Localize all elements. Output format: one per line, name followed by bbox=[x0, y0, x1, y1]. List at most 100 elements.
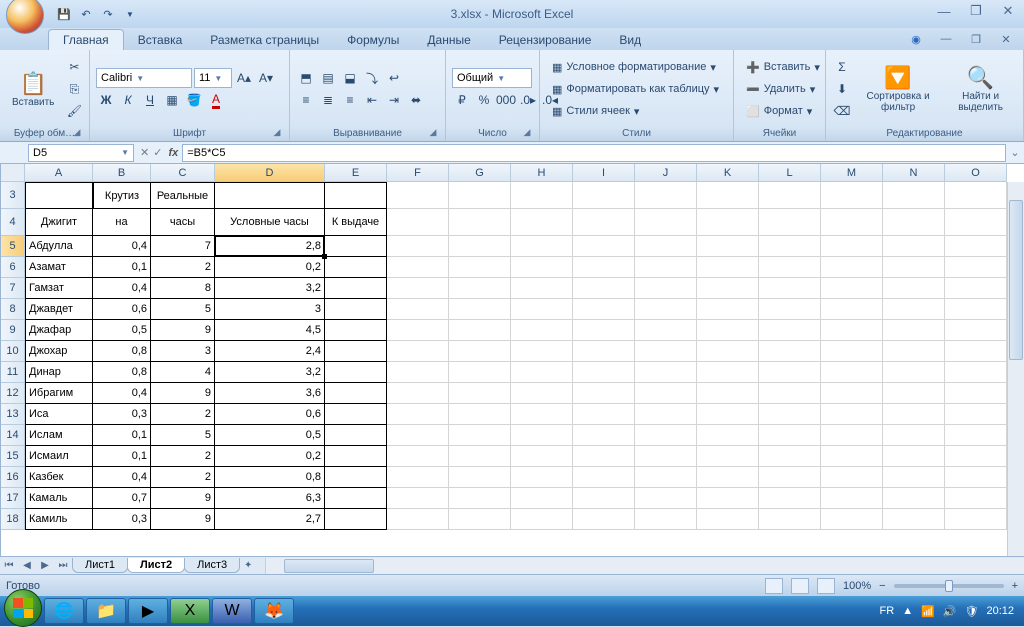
tray-volume-icon[interactable]: 🔊 bbox=[943, 605, 957, 618]
cell[interactable] bbox=[945, 467, 1007, 488]
cell[interactable] bbox=[759, 236, 821, 257]
cell[interactable]: 2,4 bbox=[215, 341, 325, 362]
tray-shield-icon[interactable]: 🛡 bbox=[965, 605, 979, 618]
shrink-font-button[interactable]: A▾ bbox=[256, 68, 276, 88]
sort-filter-button[interactable]: 🔽Сортировка и фильтр bbox=[856, 63, 940, 115]
cell[interactable]: Камаль bbox=[25, 488, 93, 509]
column-header[interactable]: J bbox=[635, 164, 697, 182]
cell[interactable]: 0,4 bbox=[93, 278, 151, 299]
cell[interactable] bbox=[573, 362, 635, 383]
cell[interactable] bbox=[511, 236, 573, 257]
select-all-corner[interactable] bbox=[1, 164, 25, 182]
doc-minimize-button[interactable]: — bbox=[934, 30, 958, 48]
cell[interactable] bbox=[883, 257, 945, 278]
row-header[interactable]: 18 bbox=[1, 509, 25, 530]
find-select-button[interactable]: 🔍Найти и выделить bbox=[944, 63, 1017, 115]
tray-clock[interactable]: 20:12 bbox=[986, 605, 1014, 617]
cell[interactable] bbox=[635, 404, 697, 425]
zoom-in-button[interactable]: + bbox=[1012, 580, 1018, 592]
insert-cells-button[interactable]: ➕ Вставить ▾ bbox=[740, 57, 819, 77]
column-header[interactable]: I bbox=[573, 164, 635, 182]
cell[interactable] bbox=[449, 320, 511, 341]
cell[interactable] bbox=[635, 383, 697, 404]
cell[interactable] bbox=[325, 257, 387, 278]
clear-button[interactable]: ⌫ bbox=[832, 101, 852, 121]
row-header[interactable]: 16 bbox=[1, 467, 25, 488]
cell[interactable] bbox=[821, 446, 883, 467]
cell[interactable] bbox=[697, 425, 759, 446]
formula-bar-expand[interactable]: ⌄ bbox=[1006, 146, 1024, 159]
undo-icon[interactable]: ↶ bbox=[76, 4, 96, 24]
cell[interactable] bbox=[387, 341, 449, 362]
column-header[interactable]: G bbox=[449, 164, 511, 182]
cell[interactable] bbox=[25, 182, 93, 209]
percent-button[interactable]: % bbox=[474, 90, 494, 110]
cell[interactable] bbox=[945, 404, 1007, 425]
align-middle-button[interactable]: ▤ bbox=[318, 68, 338, 88]
help-icon[interactable]: ◉ bbox=[904, 30, 928, 48]
cell[interactable]: Джохар bbox=[25, 341, 93, 362]
zoom-level[interactable]: 100% bbox=[843, 580, 871, 592]
cell[interactable] bbox=[635, 446, 697, 467]
enter-formula-icon[interactable]: ✓ bbox=[153, 146, 162, 159]
cell[interactable] bbox=[573, 446, 635, 467]
cell[interactable] bbox=[759, 209, 821, 236]
cell[interactable] bbox=[325, 446, 387, 467]
cell[interactable] bbox=[759, 299, 821, 320]
taskbar-word-icon[interactable]: W bbox=[212, 598, 252, 624]
ribbon-tab-5[interactable]: Рецензирование bbox=[485, 30, 606, 50]
cell[interactable] bbox=[883, 446, 945, 467]
cell[interactable] bbox=[883, 278, 945, 299]
cell[interactable]: 0,2 bbox=[215, 257, 325, 278]
cell[interactable]: 0,1 bbox=[93, 446, 151, 467]
cut-button[interactable]: ✂ bbox=[64, 57, 84, 77]
cell[interactable] bbox=[635, 509, 697, 530]
cell[interactable]: 3,2 bbox=[215, 278, 325, 299]
column-header[interactable]: M bbox=[821, 164, 883, 182]
row-header[interactable]: 10 bbox=[1, 341, 25, 362]
cell[interactable] bbox=[697, 362, 759, 383]
cell[interactable] bbox=[325, 383, 387, 404]
cell[interactable]: 5 bbox=[151, 299, 215, 320]
bold-button[interactable]: Ж bbox=[96, 90, 116, 110]
cell[interactable]: Казбек bbox=[25, 467, 93, 488]
ribbon-tab-6[interactable]: Вид bbox=[605, 30, 655, 50]
cell[interactable] bbox=[697, 488, 759, 509]
cell[interactable] bbox=[511, 362, 573, 383]
taskbar-media-icon[interactable]: ▶ bbox=[128, 598, 168, 624]
cell[interactable] bbox=[635, 182, 697, 209]
row-header[interactable]: 17 bbox=[1, 488, 25, 509]
cell[interactable]: Ислам bbox=[25, 425, 93, 446]
cell[interactable] bbox=[945, 425, 1007, 446]
cell[interactable] bbox=[449, 182, 511, 209]
cell[interactable]: на bbox=[93, 209, 151, 236]
copy-button[interactable]: ⎘ bbox=[64, 79, 84, 99]
save-icon[interactable]: 💾 bbox=[54, 4, 74, 24]
cell[interactable]: 0,8 bbox=[93, 362, 151, 383]
font-name-combo[interactable]: Calibri▼ bbox=[96, 68, 192, 88]
cell[interactable]: 0,6 bbox=[215, 404, 325, 425]
cell[interactable] bbox=[821, 488, 883, 509]
cell[interactable] bbox=[821, 467, 883, 488]
cell[interactable] bbox=[449, 236, 511, 257]
cell[interactable] bbox=[821, 341, 883, 362]
cell[interactable] bbox=[449, 209, 511, 236]
align-bottom-button[interactable]: ⬓ bbox=[340, 68, 360, 88]
normal-view-button[interactable] bbox=[765, 578, 783, 594]
cell[interactable] bbox=[573, 341, 635, 362]
cell[interactable]: 3,6 bbox=[215, 383, 325, 404]
cell[interactable]: 0,3 bbox=[93, 509, 151, 530]
cell[interactable]: 6,3 bbox=[215, 488, 325, 509]
cell[interactable] bbox=[387, 425, 449, 446]
cell[interactable] bbox=[325, 425, 387, 446]
delete-cells-button[interactable]: ➖ Удалить ▾ bbox=[740, 79, 819, 99]
redo-icon[interactable]: ↷ bbox=[98, 4, 118, 24]
number-launcher[interactable]: ◢ bbox=[521, 127, 533, 139]
cell[interactable]: 2 bbox=[151, 404, 215, 425]
cell[interactable] bbox=[449, 278, 511, 299]
cell[interactable] bbox=[449, 341, 511, 362]
cell[interactable] bbox=[635, 320, 697, 341]
cell[interactable]: 2,8 bbox=[215, 236, 325, 257]
fill-color-button[interactable]: 🪣 bbox=[184, 90, 204, 110]
clipboard-launcher[interactable]: ◢ bbox=[71, 127, 83, 139]
